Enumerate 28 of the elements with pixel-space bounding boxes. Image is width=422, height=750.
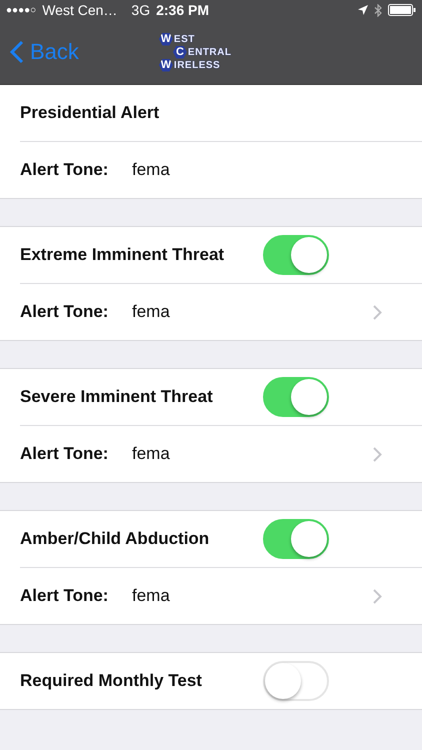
company-logo: W EST C ENTRAL W IRELESS (158, 32, 232, 72)
toggle-switch[interactable] (263, 235, 329, 275)
bluetooth-icon (374, 4, 382, 16)
alert-type-label: Required Monthly Test (20, 671, 203, 691)
location-arrow-icon (358, 5, 368, 15)
carrier-name: West Cen… (42, 2, 118, 18)
alert-tone-value: fema (132, 444, 171, 464)
toggle-switch[interactable] (263, 519, 329, 559)
alert-tone-row[interactable]: Alert Tone: fema (20, 425, 422, 482)
alert-tone-value: fema (132, 160, 171, 180)
alert-tone-label: Alert Tone: (20, 302, 110, 322)
alert-type-label: Severe Imminent Threat (20, 387, 214, 407)
alert-type-label: Presidential Alert (20, 103, 160, 123)
toggle-switch[interactable] (263, 377, 329, 417)
alert-tone-row[interactable]: Alert Tone: fema (20, 567, 422, 624)
alert-tone-value: fema (132, 302, 171, 322)
clock: 2:36 PM (156, 2, 210, 18)
alert-tone-label: Alert Tone: (20, 586, 110, 606)
alert-tone-label: Alert Tone: (20, 160, 110, 180)
alert-tone-label: Alert Tone: (20, 444, 110, 464)
network-type: 3G (131, 2, 150, 18)
alert-tone-row[interactable]: Alert Tone: fema (20, 283, 422, 340)
alert-tone-value: fema (132, 586, 171, 606)
chevron-left-icon (10, 40, 24, 64)
battery-icon (388, 4, 416, 16)
signal-strength: ●●●●○ (6, 4, 36, 16)
alert-type-label: Amber/Child Abduction (20, 529, 210, 549)
alert-type-label: Extreme Imminent Threat (20, 245, 226, 265)
